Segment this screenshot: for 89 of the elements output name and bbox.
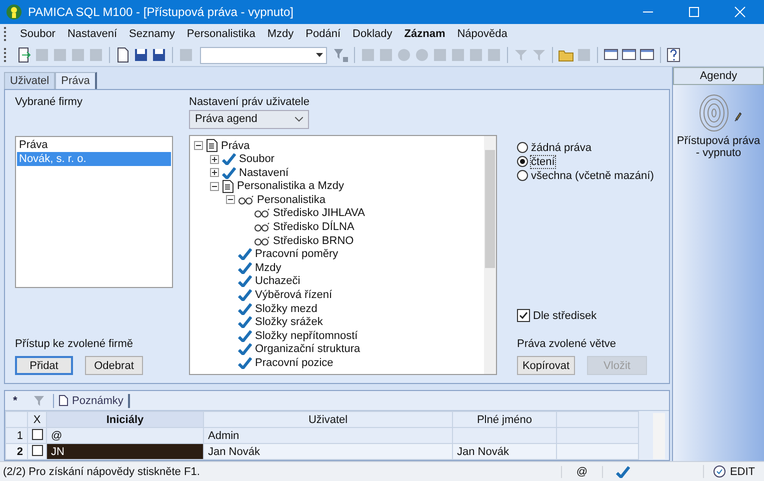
- tree-item[interactable]: Nastavení: [239, 166, 289, 179]
- expander-icon[interactable]: [226, 195, 235, 204]
- table-cell: Jan Novák: [204, 444, 452, 460]
- save-icon[interactable]: [151, 47, 167, 63]
- flag-icon[interactable]: [531, 47, 547, 63]
- tree-item[interactable]: Mzdy: [255, 262, 282, 274]
- tree-item[interactable]: Pracovní pozice: [255, 357, 334, 369]
- checkbox-label[interactable]: Dle středisek: [533, 310, 597, 322]
- window-title: PAMICA SQL M100 - [Přístupová práva - vypnuto]: [28, 5, 294, 19]
- door-icon[interactable]: [16, 47, 32, 63]
- menu-item[interactable]: Podání: [300, 28, 347, 40]
- menu-item[interactable]: Záznam: [398, 28, 452, 40]
- circle-icon[interactable]: [414, 47, 430, 63]
- row-checkbox[interactable]: [32, 444, 43, 456]
- section-label: Přístup ke zvolené firmě: [15, 338, 134, 350]
- help-icon[interactable]: [666, 47, 682, 63]
- table-cell: JN: [46, 444, 204, 460]
- filter-icon[interactable]: [333, 47, 349, 63]
- checkmark-icon: [616, 466, 630, 478]
- menu-item[interactable]: Mzdy: [261, 28, 300, 40]
- menu-item[interactable]: Doklady: [346, 28, 398, 40]
- document-icon: [59, 395, 68, 406]
- section-label: Nastavení práv uživatele: [189, 96, 310, 108]
- section-label: Vybrané firmy: [15, 96, 84, 108]
- tree-item[interactable]: Složky mezd: [255, 302, 318, 315]
- row-number: 2: [6, 444, 28, 460]
- tree-item[interactable]: Středisko DÍLNA: [273, 221, 354, 234]
- tab[interactable]: Práva: [55, 72, 97, 89]
- rights-dropdown[interactable]: Práva agend: [189, 110, 309, 129]
- tab[interactable]: Uživatel: [4, 72, 56, 89]
- status-text: (2/2) Pro získání nápovědy stiskněte F1.: [2, 466, 201, 478]
- menu-item[interactable]: Seznamy: [123, 28, 181, 40]
- column-header[interactable]: X: [28, 412, 46, 428]
- radio-option[interactable]: čtení: [517, 156, 661, 168]
- document-icon[interactable]: [115, 47, 131, 63]
- menu-item[interactable]: Nápověda: [451, 28, 514, 40]
- scroll-bar[interactable]: [653, 413, 665, 459]
- save-icon[interactable]: [133, 47, 149, 63]
- menu-item[interactable]: Personalistika: [180, 28, 262, 40]
- section-label: Práva zvolené větve: [517, 338, 618, 350]
- tab[interactable]: Poznámky: [53, 394, 130, 408]
- scroll-bar[interactable]: [484, 136, 496, 374]
- flag-icon[interactable]: [513, 47, 529, 63]
- radio-option[interactable]: žádná práva: [517, 142, 661, 154]
- tree-item[interactable]: Složky nepřítomností: [255, 330, 358, 342]
- toolbar-combo-box[interactable]: [200, 46, 327, 64]
- window-icon[interactable]: [621, 47, 637, 63]
- maximize-icon[interactable]: [688, 6, 700, 18]
- tree-item[interactable]: Soubor: [239, 153, 274, 166]
- action-button[interactable]: Odebrat: [85, 356, 143, 375]
- panel-header: Agendy: [673, 67, 764, 85]
- action-button[interactable]: Kopírovat: [517, 356, 575, 375]
- tree-item[interactable]: Složky srážek: [255, 316, 323, 328]
- window-icon[interactable]: [603, 47, 619, 63]
- chevron-icon: [295, 116, 303, 122]
- tree-item[interactable]: Středisko JIHLAVA: [273, 207, 365, 220]
- circle-icon[interactable]: [396, 47, 412, 63]
- tree-item[interactable]: Středisko BRNO: [273, 234, 354, 247]
- expander-icon[interactable]: [194, 141, 203, 150]
- tree-item[interactable]: Pracovní poměry: [255, 248, 338, 260]
- expander-icon[interactable]: [210, 154, 219, 164]
- list-item[interactable]: Práva: [17, 138, 171, 152]
- tree-item[interactable]: Organizační struktura: [255, 343, 360, 356]
- expander-icon[interactable]: [210, 182, 219, 191]
- tree-item[interactable]: Personalistika a Mzdy: [237, 180, 344, 192]
- checkbox[interactable]: [517, 309, 530, 322]
- menu-item[interactable]: Soubor: [14, 28, 62, 40]
- action-button[interactable]: Přidat: [15, 356, 73, 375]
- radio-option[interactable]: všechna (včetně mazání): [517, 170, 661, 182]
- tree-item[interactable]: Personalistika: [257, 194, 326, 206]
- app-logo-icon: [6, 4, 22, 20]
- column-header[interactable]: Uživatel: [204, 412, 452, 428]
- column-header[interactable]: Plné jméno: [452, 412, 556, 428]
- new-record-tab[interactable]: *: [13, 394, 25, 406]
- tree-item[interactable]: Uchazeči: [255, 275, 300, 288]
- tree-item[interactable]: Výběrová řízení: [255, 289, 332, 302]
- filter-icon[interactable]: [33, 394, 45, 406]
- agenda-label[interactable]: Přístupová práva - vypnuto: [676, 135, 762, 159]
- column-header[interactable]: Iniciály: [46, 412, 204, 428]
- tree-item[interactable]: Práva: [221, 140, 250, 152]
- caret-icon: [316, 53, 323, 57]
- table-cell: Jan Novák: [452, 444, 556, 460]
- window-icon[interactable]: [639, 47, 655, 63]
- menu-item[interactable]: Nastavení: [61, 28, 124, 40]
- row-checkbox[interactable]: [32, 428, 43, 440]
- check-circle-icon: [712, 465, 726, 478]
- mode-indicator: EDIT: [730, 466, 756, 478]
- expander-icon[interactable]: [210, 168, 219, 178]
- close-icon[interactable]: [734, 6, 746, 18]
